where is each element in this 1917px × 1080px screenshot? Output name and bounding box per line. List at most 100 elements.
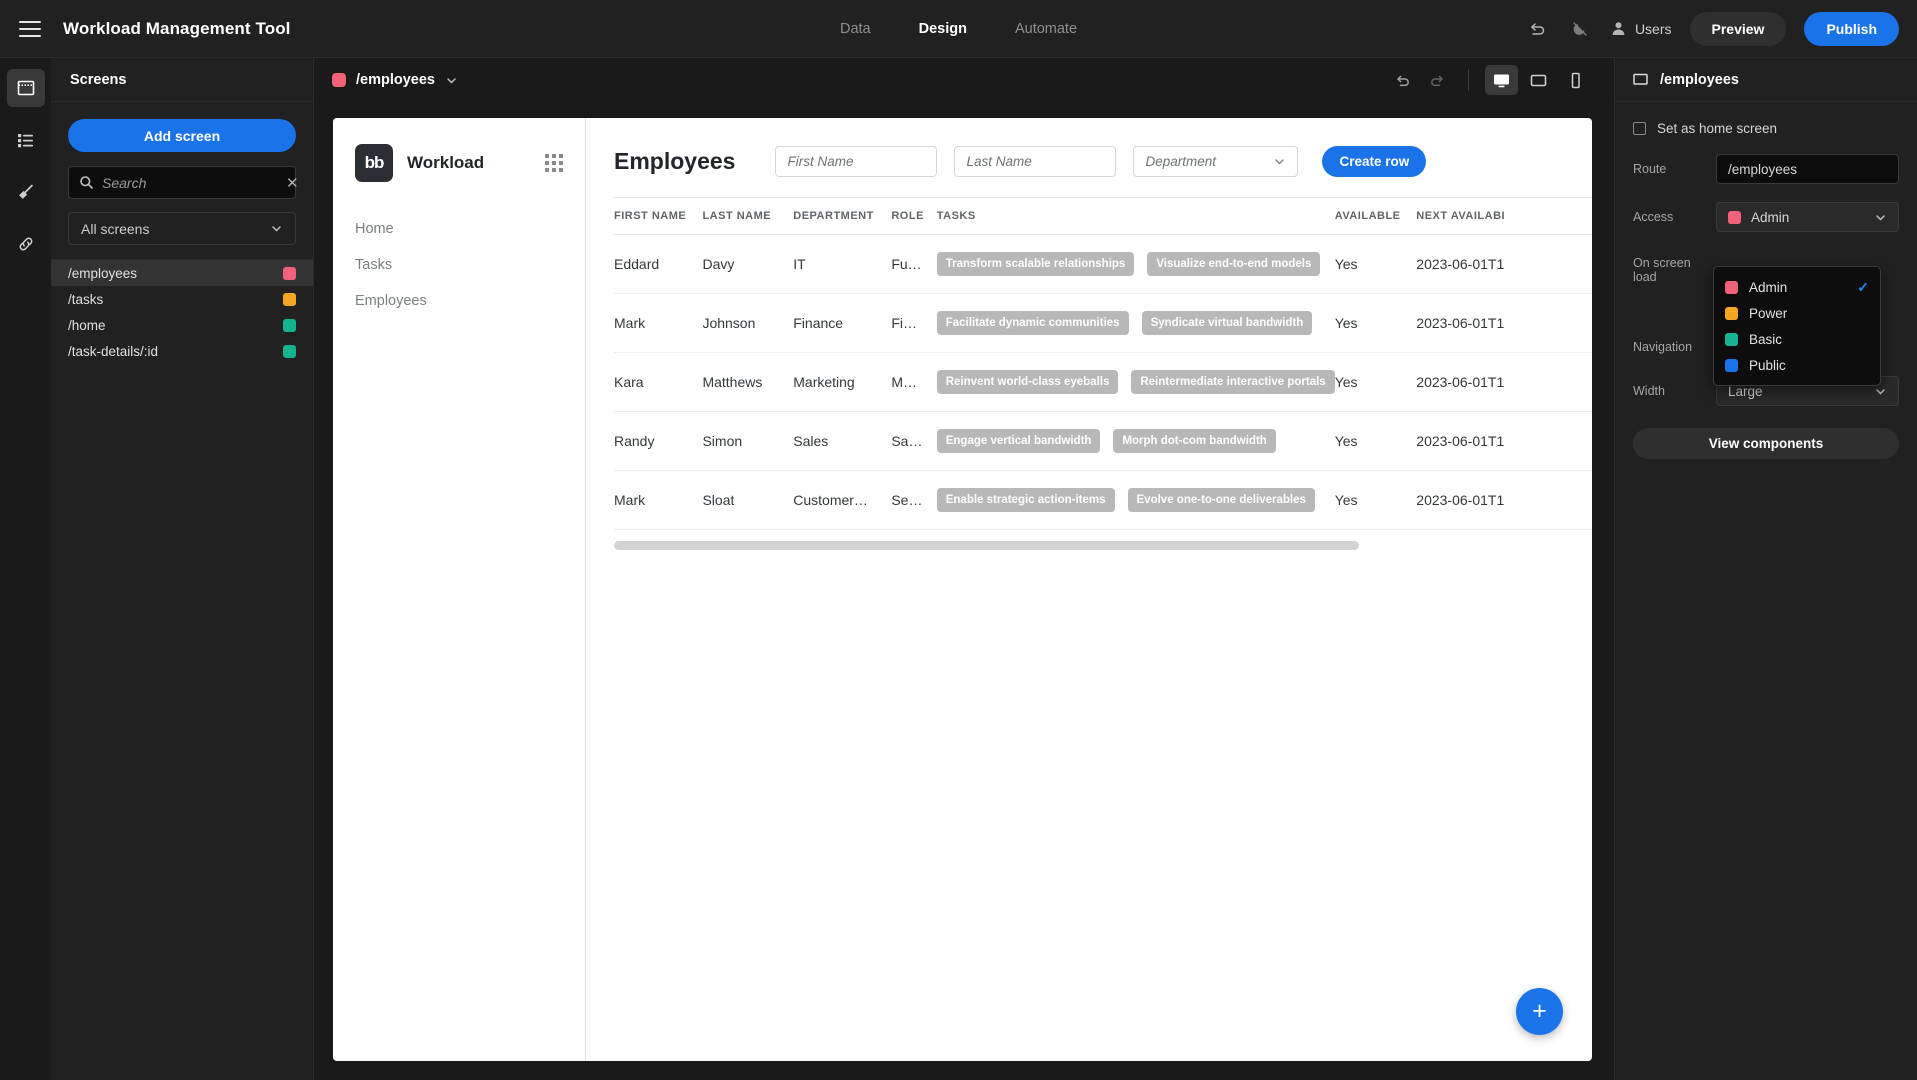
cell-available: Yes — [1334, 293, 1417, 353]
nav-link-employees[interactable]: Employees — [333, 283, 585, 319]
view-components-button[interactable]: View components — [1633, 428, 1899, 459]
col-tasks[interactable]: TASKS — [936, 198, 1335, 235]
create-row-button[interactable]: Create row — [1322, 146, 1427, 177]
task-tag: Transform scalable relationships — [936, 252, 1135, 276]
department-select[interactable]: Department — [1133, 146, 1299, 177]
tab-data[interactable]: Data — [838, 17, 873, 41]
check-icon: ✓ — [1857, 278, 1869, 295]
table-row[interactable]: Randy Simon Sales Sa… Engage vertical ba… — [614, 411, 1592, 471]
tab-automate[interactable]: Automate — [1013, 17, 1079, 41]
page-title: Employees — [614, 148, 736, 174]
app-preview-frame: bb Workload Home Tasks Employees Employe… — [333, 118, 1592, 1061]
theme-off-icon[interactable] — [1568, 17, 1592, 41]
screen-list-item-task-details[interactable]: /task-details/:id — [51, 338, 313, 364]
mobile-icon[interactable] — [1559, 65, 1592, 95]
screen-list-item-tasks[interactable]: /tasks — [51, 286, 313, 312]
clear-search-icon[interactable]: ✕ — [284, 174, 301, 192]
dropdown-option-basic[interactable]: Basic — [1714, 326, 1880, 352]
employees-table-wrapper: FIRST NAME LAST NAME DEPARTMENT ROLE TAS… — [614, 197, 1592, 550]
table-horizontal-scrollbar[interactable] — [614, 541, 1359, 550]
tab-design[interactable]: Design — [917, 17, 969, 41]
preview-button[interactable]: Preview — [1689, 11, 1787, 46]
access-value: Admin — [1751, 209, 1790, 225]
links-icon[interactable] — [7, 225, 45, 263]
first-name-field[interactable] — [775, 146, 938, 177]
cell-role: Sa… — [891, 411, 937, 471]
set-home-screen-checkbox[interactable]: Set as home screen — [1633, 121, 1899, 136]
undo-icon[interactable] — [1526, 17, 1550, 41]
col-department[interactable]: DEPARTMENT — [793, 198, 892, 235]
breadcrumb[interactable]: /employees — [332, 72, 458, 88]
nav-link-tasks[interactable]: Tasks — [333, 247, 585, 283]
search-input[interactable] — [94, 174, 284, 191]
top-bar-actions: Users Preview Publish — [1526, 11, 1899, 46]
theme-brush-icon[interactable] — [7, 173, 45, 211]
screen-color-dot — [283, 318, 296, 332]
screen-list-item-home[interactable]: /home — [51, 312, 313, 338]
chevron-down-icon[interactable] — [445, 74, 458, 87]
publish-button[interactable]: Publish — [1804, 11, 1899, 46]
screens-icon[interactable] — [6, 69, 45, 107]
undo-arrow-icon[interactable] — [1388, 65, 1418, 95]
add-screen-button[interactable]: Add screen — [68, 119, 296, 152]
route-input[interactable]: /employees — [1716, 154, 1899, 184]
cell-tasks: Facilitate dynamic communities Syndicate… — [936, 293, 1335, 353]
screen-color-dot — [283, 344, 296, 358]
last-name-field[interactable] — [954, 146, 1117, 177]
screens-panel-controls: Add screen ✕ All screens — [51, 102, 313, 260]
nav-link-home[interactable]: Home — [333, 211, 585, 247]
redo-arrow-icon[interactable] — [1422, 65, 1452, 95]
breadcrumb-color-dot — [332, 73, 346, 87]
dropdown-option-power[interactable]: Power — [1714, 300, 1880, 326]
on-screen-load-label: On screen load — [1633, 256, 1691, 284]
users-button[interactable]: Users — [1610, 20, 1672, 37]
app-root: Workload Management Tool Data Design Aut… — [0, 0, 1917, 1080]
first-name-input[interactable] — [787, 154, 926, 169]
cell-next-available: 2023-06-01T1 — [1416, 234, 1592, 294]
col-first-name[interactable]: FIRST NAME — [614, 198, 703, 235]
screen-list-item-employees[interactable]: /employees — [51, 260, 313, 286]
add-floating-button[interactable]: + — [1516, 988, 1563, 1035]
preview-sidebar: bb Workload Home Tasks Employees — [333, 118, 586, 1061]
search-field-wrapper: ✕ — [68, 166, 299, 199]
screen-icon — [1632, 71, 1649, 88]
col-last-name[interactable]: LAST NAME — [702, 198, 794, 235]
col-next-available[interactable]: NEXT AVAILABI — [1416, 198, 1592, 235]
employees-table: FIRST NAME LAST NAME DEPARTMENT ROLE TAS… — [614, 198, 1592, 530]
desktop-icon[interactable] — [1485, 65, 1518, 95]
access-label: Access — [1633, 210, 1674, 224]
access-select[interactable]: Admin — [1716, 202, 1899, 232]
layers-icon[interactable] — [7, 121, 45, 159]
cell-available: Yes — [1334, 234, 1417, 294]
col-available[interactable]: AVAILABLE — [1334, 198, 1417, 235]
screen-filter-value: All screens — [81, 220, 150, 237]
table-row[interactable]: Kara Matthews Marketing M… Reinvent worl… — [614, 352, 1592, 412]
cell-role: Se… — [891, 470, 937, 530]
screen-filter-select[interactable]: All screens — [68, 212, 296, 245]
set-home-screen-label: Set as home screen — [1657, 121, 1778, 136]
col-role[interactable]: ROLE — [891, 198, 937, 235]
tablet-icon[interactable] — [1522, 65, 1555, 95]
task-tag: Morph dot-com bandwidth — [1113, 429, 1276, 453]
table-row[interactable]: Mark Johnson Finance Fi… Facilitate dyna… — [614, 293, 1592, 353]
right-panel-header: /employees — [1615, 58, 1917, 102]
task-tag: Engage vertical bandwidth — [936, 429, 1101, 453]
width-label: Width — [1633, 384, 1665, 398]
table-row[interactable]: Eddard Davy IT Fu… Transform scalable re… — [614, 234, 1592, 294]
cell-department: Finance — [793, 293, 892, 353]
option-color-swatch — [1725, 280, 1738, 294]
cell-available: Yes — [1334, 352, 1417, 412]
users-label: Users — [1634, 20, 1672, 37]
dropdown-option-admin[interactable]: Admin ✓ — [1714, 274, 1880, 300]
breadcrumb-label: /employees — [356, 72, 435, 88]
last-name-input[interactable] — [966, 154, 1105, 169]
access-property: Access Admin — [1633, 202, 1899, 232]
hamburger-icon[interactable] — [19, 20, 41, 37]
cell-first-name: Eddard — [614, 234, 703, 294]
cell-department: Marketing — [793, 352, 892, 412]
grid-dots-icon[interactable] — [545, 154, 563, 172]
cell-tasks: Reinvent world-class eyeballs Reintermed… — [936, 352, 1335, 412]
table-row[interactable]: Mark Sloat Customer… Se… Enable strategi… — [614, 470, 1592, 530]
dropdown-option-public[interactable]: Public — [1714, 352, 1880, 378]
cell-first-name: Randy — [614, 411, 703, 471]
